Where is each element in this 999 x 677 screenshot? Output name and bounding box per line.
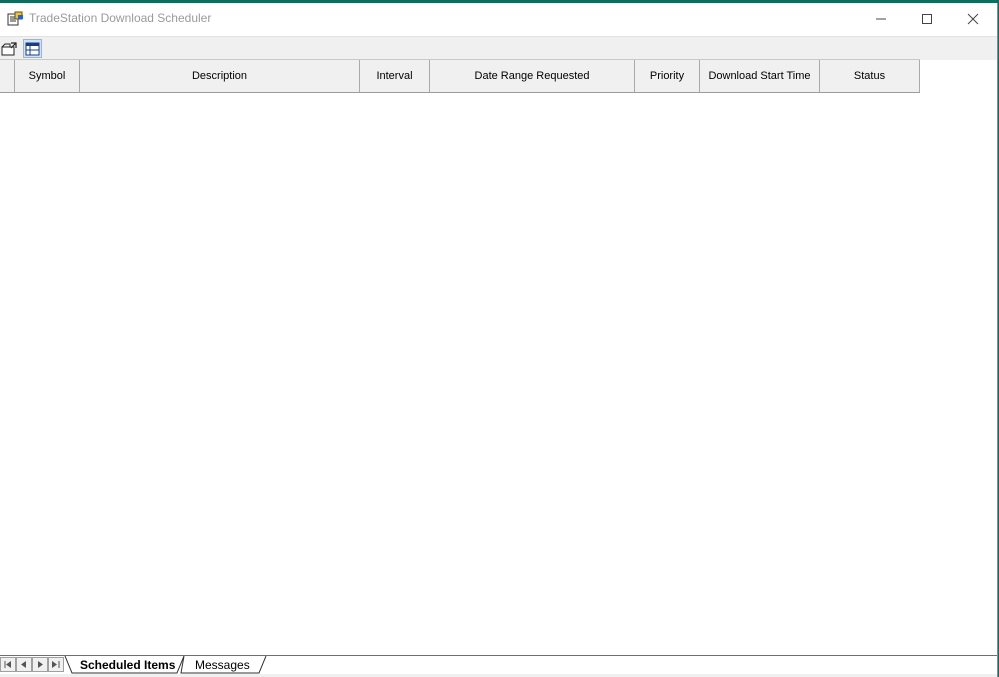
open-folder-icon <box>1 42 17 56</box>
column-header-interval[interactable]: Interval <box>360 60 430 92</box>
minimize-icon <box>876 18 886 20</box>
column-header-row-selector[interactable] <box>0 60 15 92</box>
tab-scheduled-items[interactable]: Scheduled Items <box>80 658 175 672</box>
first-tab-button[interactable] <box>0 657 16 672</box>
minimize-button[interactable] <box>858 3 904 35</box>
column-header-symbol[interactable]: Symbol <box>15 60 80 92</box>
close-icon <box>967 13 979 25</box>
previous-tab-button[interactable] <box>16 657 32 672</box>
toolbar <box>0 36 997 60</box>
column-header-status[interactable]: Status <box>820 60 920 92</box>
close-button[interactable] <box>950 3 996 35</box>
column-header-priority[interactable]: Priority <box>635 60 700 92</box>
schedule-view-icon <box>25 42 40 55</box>
tab-messages[interactable]: Messages <box>195 658 250 672</box>
next-arrow-icon <box>38 661 43 668</box>
column-header-date-range[interactable]: Date Range Requested <box>430 60 635 92</box>
column-header-description[interactable]: Description <box>80 60 360 92</box>
open-button[interactable] <box>0 39 19 58</box>
download-scheduler-window: TradeStation Download Scheduler Symbol D… <box>0 3 998 677</box>
grid-header: Symbol Description Interval Date Range R… <box>0 59 920 93</box>
column-header-download-start-time[interactable]: Download Start Time <box>700 60 820 92</box>
maximize-icon <box>922 14 932 24</box>
previous-arrow-icon <box>21 661 26 668</box>
title-bar[interactable]: TradeStation Download Scheduler <box>0 3 997 35</box>
tradestation-app-icon <box>7 11 24 26</box>
sheet-tab-bar: Scheduled Items Messages <box>0 655 997 675</box>
maximize-button[interactable] <box>904 3 950 35</box>
last-arrow-icon <box>52 661 60 668</box>
window-title: TradeStation Download Scheduler <box>29 11 212 25</box>
next-tab-button[interactable] <box>32 657 48 672</box>
first-arrow-icon <box>4 661 11 668</box>
schedule-view-button[interactable] <box>23 39 42 58</box>
scheduled-items-grid[interactable] <box>0 93 997 655</box>
last-tab-button[interactable] <box>48 657 64 672</box>
